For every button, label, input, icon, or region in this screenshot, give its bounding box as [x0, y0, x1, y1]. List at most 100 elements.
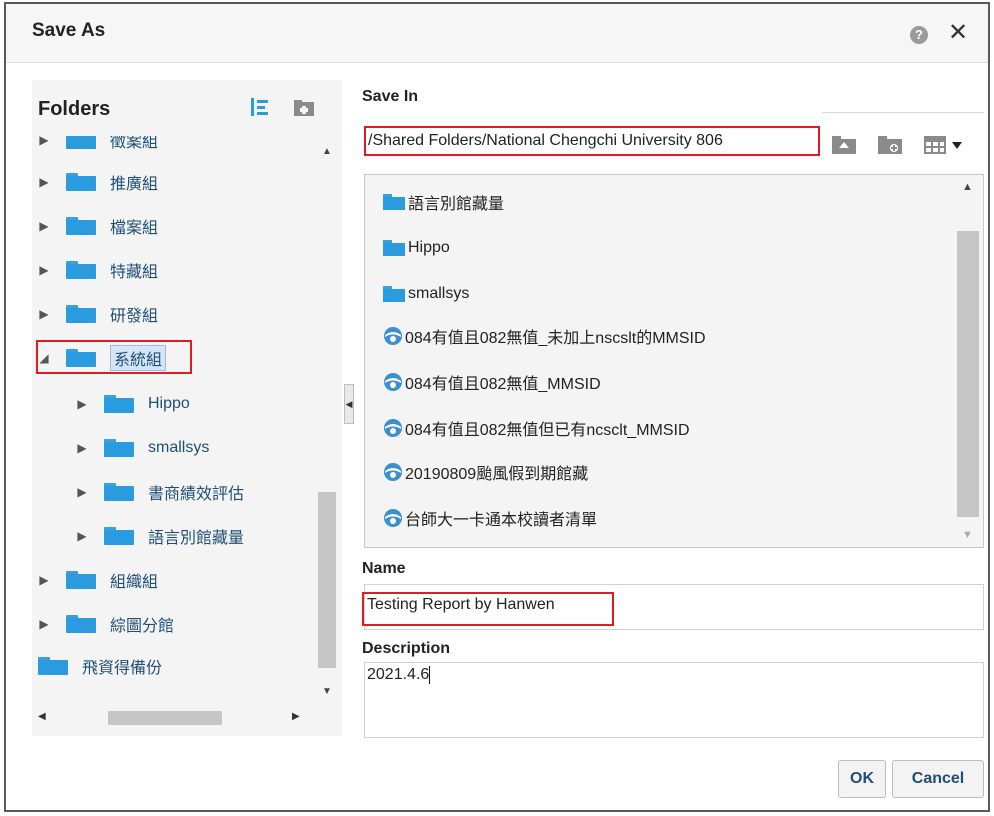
text-caret	[429, 666, 431, 684]
folder-icon	[66, 571, 96, 589]
scroll-right-icon[interactable]: ▶	[292, 711, 300, 722]
tree-item[interactable]: ▶ smallsys	[76, 434, 209, 462]
folder-tree-vertical-scrollbar[interactable]: ▲ ▼	[316, 136, 338, 710]
file-list-item[interactable]: 台師大一卡通本校讀者清單	[383, 503, 597, 533]
tree-item-label: 特藏組	[110, 264, 159, 281]
tree-item[interactable]: ▶ 特藏組	[38, 256, 158, 284]
scrollbar-thumb[interactable]	[318, 492, 336, 668]
analysis-report-icon	[384, 373, 402, 391]
ok-button[interactable]: OK	[838, 760, 886, 798]
expand-arrow-icon[interactable]: ▶	[76, 441, 88, 455]
expand-arrow-icon[interactable]: ▶	[38, 617, 50, 631]
tree-item[interactable]: 飛資得備份	[38, 652, 162, 680]
save-in-label: Save In	[362, 88, 419, 105]
tree-item-label: 語言別館藏量	[148, 530, 245, 547]
file-list-item-label: 20190809颱風假到期館藏	[405, 466, 589, 483]
dialog-title: Save As	[32, 20, 106, 41]
panel-splitter-collapse-icon[interactable]: ◀	[344, 384, 354, 424]
tree-item[interactable]: ▶ 研發組	[38, 300, 158, 328]
folder-icon	[66, 136, 96, 149]
scrollbar-thumb[interactable]	[957, 231, 979, 517]
file-list-item-label: 084有值且082無值但已有ncsclt_MMSID	[405, 422, 690, 439]
name-label: Name	[362, 560, 406, 577]
file-list-item-label: smallsys	[408, 285, 470, 302]
file-list-item-label: 084有值且082無值_未加上nscslt的MMSID	[405, 330, 706, 347]
folder-icon	[66, 305, 96, 323]
expand-arrow-icon[interactable]: ▶	[38, 263, 50, 277]
expand-arrow-icon[interactable]: ▶	[76, 485, 88, 499]
file-list-item[interactable]: 20190809颱風假到期館藏	[383, 457, 588, 487]
save-in-path-field[interactable]: /Shared Folders/National Chengchi Univer…	[364, 126, 820, 156]
folder-icon	[104, 527, 134, 545]
tree-item[interactable]: ▶ 推廣組	[38, 168, 158, 196]
tree-item[interactable]: ▶ Hippo	[76, 390, 190, 418]
analysis-report-icon	[384, 509, 402, 527]
folder-icon	[383, 194, 405, 210]
analysis-report-icon	[384, 463, 402, 481]
highlight-box	[36, 340, 192, 374]
folder-icon	[66, 173, 96, 191]
tree-item-label: 綜圖分館	[110, 618, 175, 635]
scroll-up-icon[interactable]: ▲	[320, 146, 334, 158]
expand-arrow-icon[interactable]: ▶	[76, 529, 88, 543]
folder-icon	[66, 217, 96, 235]
folder-icon	[66, 261, 96, 279]
tree-item[interactable]: ▶ 徵案組	[38, 136, 158, 154]
folder-tree-horizontal-scrollbar[interactable]: ◀ ▶	[32, 708, 316, 728]
expand-arrow-icon[interactable]: ▶	[38, 219, 50, 233]
scrollbar-thumb[interactable]	[108, 711, 222, 725]
new-folder-icon[interactable]	[878, 136, 902, 154]
file-list-item[interactable]: 語言別館藏量	[383, 187, 504, 217]
tree-item[interactable]: ▶ 檔案組	[38, 212, 158, 240]
folders-panel: Folders ▶ 徵案組 ▶ 推廣組 ▶ 檔案組 ▶ 特藏組 ▶ 研發組 ◢ …	[32, 80, 342, 736]
folder-tree: ▶ 徵案組 ▶ 推廣組 ▶ 檔案組 ▶ 特藏組 ▶ 研發組 ◢ 系統組 ▶ Hi…	[32, 136, 316, 710]
analysis-report-icon	[384, 419, 402, 437]
scroll-up-icon[interactable]: ▲	[962, 181, 973, 193]
help-icon[interactable]: ?	[910, 26, 928, 44]
folder-icon	[38, 657, 68, 675]
expand-arrow-icon[interactable]: ▶	[38, 573, 50, 587]
file-list-item[interactable]: 084有值且082無值_MMSID	[383, 367, 601, 397]
file-list: 語言別館藏量 Hippo smallsys 084有值且082無值_未加上nsc…	[364, 174, 984, 548]
tree-item-label: smallsys	[148, 439, 210, 456]
close-icon[interactable]: ✕	[946, 20, 970, 46]
folder-icon	[66, 615, 96, 633]
new-folder-icon[interactable]	[294, 96, 314, 118]
folder-icon	[104, 395, 134, 413]
description-textarea[interactable]: 2021.4.6	[364, 662, 984, 738]
file-list-item[interactable]: 084有值且082無值_未加上nscslt的MMSID	[383, 321, 706, 351]
tree-item[interactable]: ▶ 綜圖分館	[38, 610, 174, 638]
folder-icon	[104, 439, 134, 457]
folders-heading: Folders	[38, 98, 111, 120]
tree-item-label: 檔案組	[110, 220, 159, 237]
file-list-item-label: 語言別館藏量	[408, 196, 505, 213]
tree-item[interactable]: ▶ 書商績效評估	[76, 478, 244, 506]
file-list-item[interactable]: 084有值且082無值但已有ncsclt_MMSID	[383, 413, 690, 443]
expand-arrow-icon[interactable]: ▶	[38, 175, 50, 189]
file-list-item[interactable]: Hippo	[383, 233, 450, 263]
tree-item[interactable]: ▶ 語言別館藏量	[76, 522, 244, 550]
tree-view-icon[interactable]	[250, 96, 270, 118]
scroll-left-icon[interactable]: ◀	[38, 711, 46, 722]
file-list-vertical-scrollbar[interactable]: ▲ ▼	[953, 175, 983, 547]
folder-icon	[104, 483, 134, 501]
tree-item-label: 研發組	[110, 308, 159, 325]
expand-arrow-icon[interactable]: ▶	[38, 136, 50, 147]
file-list-item-label: 台師大一卡通本校讀者清單	[405, 512, 598, 529]
tree-item-label: 書商績效評估	[148, 486, 245, 503]
cancel-button[interactable]: Cancel	[892, 760, 984, 798]
view-options-icon[interactable]	[924, 136, 964, 154]
expand-arrow-icon[interactable]: ▶	[76, 397, 88, 411]
tree-item-label: 徵案組	[110, 136, 159, 151]
description-value: 2021.4.6	[367, 666, 430, 684]
tree-item[interactable]: ▶ 組織組	[38, 566, 158, 594]
scroll-down-icon[interactable]: ▼	[962, 529, 973, 541]
tree-item-label: Hippo	[148, 395, 190, 412]
tree-item-label: 推廣組	[110, 176, 159, 193]
analysis-report-icon	[384, 327, 402, 345]
file-list-item[interactable]: smallsys	[383, 279, 469, 309]
scroll-down-icon[interactable]: ▼	[320, 686, 334, 698]
up-folder-icon[interactable]	[832, 136, 856, 154]
highlight-box	[362, 592, 614, 626]
expand-arrow-icon[interactable]: ▶	[38, 307, 50, 321]
